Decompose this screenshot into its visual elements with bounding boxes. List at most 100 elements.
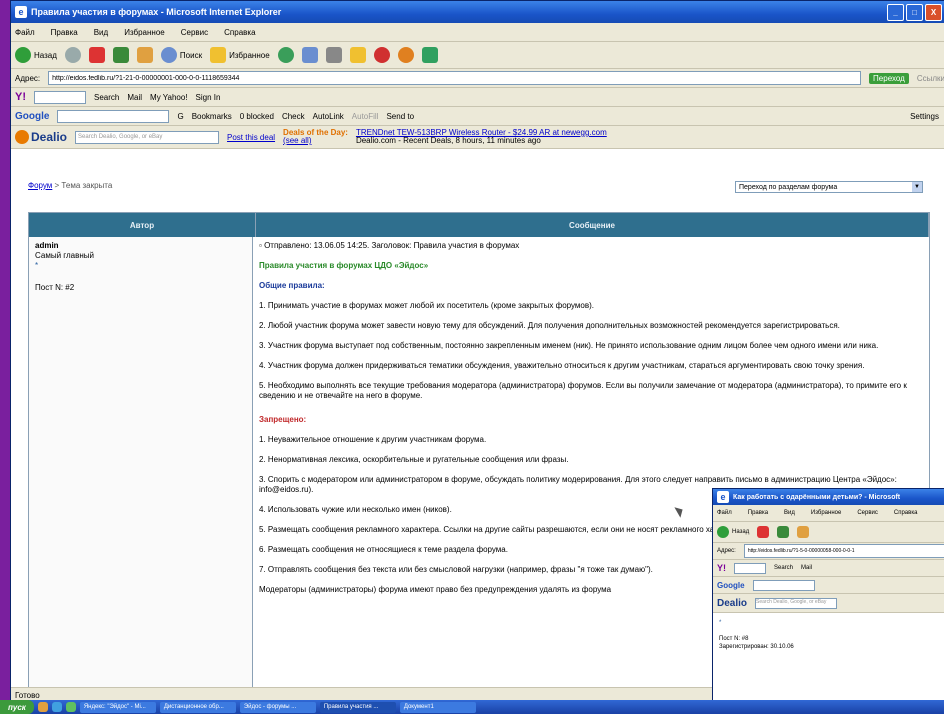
menu-view[interactable]: Вид <box>94 28 108 37</box>
author-column-header: Автор <box>29 213 256 237</box>
yahoo-toolbar: Y! Search Mail My Yahoo! Sign In <box>11 88 944 107</box>
yahoo-search-input[interactable] <box>734 562 766 574</box>
messenger-icon[interactable] <box>373 47 390 63</box>
taskbar-item[interactable]: Яндекс: "Эйдос" - Mi... <box>79 701 156 713</box>
menu-help[interactable]: Справка <box>894 510 918 516</box>
quicklaunch-icon[interactable] <box>65 702 76 712</box>
forbidden-rule: 2. Ненормативная лексика, оскорбительные… <box>259 455 569 464</box>
google-search-input[interactable] <box>752 579 815 591</box>
address-input[interactable] <box>48 71 862 85</box>
spell-check-button[interactable]: Check <box>282 112 305 121</box>
refresh-icon[interactable] <box>112 47 129 63</box>
search-button[interactable]: Поиск <box>160 47 202 63</box>
dealio-logo[interactable]: Dealio <box>717 598 747 609</box>
settings-button[interactable]: Settings <box>910 112 939 121</box>
quicklaunch-icon[interactable] <box>37 702 48 712</box>
send-to-button[interactable]: Send to <box>386 112 414 121</box>
links-label[interactable]: Ссылки <box>917 74 944 83</box>
taskbar-item[interactable]: Дистанционное обр... <box>159 701 236 713</box>
back-button[interactable]: Назад <box>717 526 749 538</box>
popup-blocked-button[interactable]: 0 blocked <box>240 112 274 121</box>
print-icon[interactable] <box>325 47 342 63</box>
author-name[interactable]: admin <box>35 241 246 251</box>
favorites-button[interactable]: Избранное <box>210 47 270 63</box>
see-all-link[interactable]: (see all) <box>283 137 348 145</box>
menu-file[interactable]: Файл <box>15 28 35 37</box>
yahoo-search-input[interactable] <box>34 90 86 104</box>
stop-icon[interactable] <box>757 526 770 538</box>
back-arrow-icon <box>15 47 31 63</box>
taskbar-item-active[interactable]: Правила участия ... <box>319 701 396 713</box>
icq-icon[interactable] <box>397 47 414 63</box>
menu-tools[interactable]: Сервис <box>181 28 208 37</box>
back-button[interactable]: Назад <box>15 47 57 63</box>
folder-icon[interactable] <box>349 47 366 63</box>
menu-file[interactable]: Файл <box>717 510 732 516</box>
chevron-down-icon: ▼ <box>912 182 922 192</box>
menu-favorites[interactable]: Избранное <box>811 510 841 516</box>
dealio-search-input[interactable]: Search Dealio, Google, or eBay <box>75 130 220 144</box>
refresh-icon[interactable] <box>777 526 790 538</box>
dealio-search-input[interactable]: Search Dealio, Google, or eBay <box>755 597 838 609</box>
close-button[interactable]: X <box>925 3 942 21</box>
dealio-toolbar: Dealio Search Dealio, Google, or eBay Po… <box>11 126 944 149</box>
second-ie-window[interactable]: e Как работать с одарёнными детьми? - Mi… <box>712 488 944 702</box>
google-logo[interactable]: Google <box>717 581 745 590</box>
deal-source: Dealio.com - Recent Deals, 8 hours, 11 m… <box>355 136 541 145</box>
message-column-header: Сообщение <box>256 213 929 237</box>
rank-star-icon: * <box>35 261 39 270</box>
post-number: Пост N: #2 <box>35 283 75 292</box>
search-icon <box>160 47 177 63</box>
menu-view[interactable]: Вид <box>784 510 795 516</box>
ie-icon: e <box>717 491 729 503</box>
stop-icon[interactable] <box>88 47 105 63</box>
home-icon[interactable] <box>797 526 810 538</box>
plugin-icon[interactable] <box>421 47 438 63</box>
menu-edit[interactable]: Правка <box>748 510 768 516</box>
google-logo[interactable]: Google <box>15 111 49 122</box>
home-icon[interactable] <box>136 47 153 63</box>
dealio-logo[interactable]: Dealio <box>15 130 67 144</box>
yahoo-mail-button[interactable]: Mail <box>801 565 812 571</box>
taskbar-item[interactable]: Документ1 <box>399 701 476 713</box>
maximize-button[interactable]: □ <box>906 3 923 21</box>
minimize-button[interactable]: _ <box>887 3 904 21</box>
history-icon[interactable] <box>277 47 294 63</box>
title-bar[interactable]: e Правила участия в форумах - Microsoft … <box>11 1 944 23</box>
forward-arrow-icon[interactable] <box>64 47 81 63</box>
mail-icon[interactable] <box>301 47 318 63</box>
general-rule: 4. Участник форума должен придерживаться… <box>259 361 865 370</box>
second-title-bar[interactable]: e Как работать с одарёнными детьми? - Mi… <box>713 489 944 505</box>
second-post-number: Пост N: #8 <box>719 636 749 642</box>
yahoo-search-button[interactable]: Search <box>774 565 793 571</box>
breadcrumb-forum-link[interactable]: Форум <box>28 181 52 190</box>
yahoo-logo[interactable]: Y! <box>717 563 726 573</box>
forum-jump-select[interactable]: Переход по разделам форума ▼ <box>735 181 923 193</box>
author-cell: admin Самый главный * Пост N: #2 <box>29 237 253 687</box>
autofill-button[interactable]: AutoFill <box>352 112 379 121</box>
start-button[interactable]: пуск <box>0 700 34 714</box>
yahoo-mail-button[interactable]: Mail <box>127 93 142 102</box>
post-deal-link[interactable]: Post this deal <box>227 133 275 142</box>
yahoo-sign-in-button[interactable]: Sign In <box>196 93 221 102</box>
author-rank: Самый главный <box>35 251 95 260</box>
menu-help[interactable]: Справка <box>224 28 255 37</box>
go-button[interactable]: Переход <box>869 72 909 84</box>
menu-favorites[interactable]: Избранное <box>124 28 165 37</box>
google-go-button[interactable]: G <box>177 112 183 121</box>
yahoo-logo[interactable]: Y! <box>15 91 26 103</box>
breadcrumb: Форум > Тема закрыта <box>28 181 113 190</box>
second-menu-bar: Файл Правка Вид Избранное Сервис Справка <box>713 505 944 522</box>
taskbar-item[interactable]: Эйдос - форумы ... <box>239 701 316 713</box>
second-address-input[interactable] <box>743 544 944 558</box>
standard-toolbar: Назад Поиск Избранное <box>11 42 944 69</box>
bookmarks-button[interactable]: Bookmarks <box>192 112 232 121</box>
yahoo-search-button[interactable]: Search <box>94 93 119 102</box>
autolink-button[interactable]: AutoLink <box>313 112 344 121</box>
menu-edit[interactable]: Правка <box>51 28 78 37</box>
my-yahoo-button[interactable]: My Yahoo! <box>150 93 188 102</box>
quicklaunch-icon[interactable] <box>51 702 62 712</box>
second-page-content: * Пост N: #8 Зарегистрирован: 30.10.06 <box>713 613 944 701</box>
google-search-input[interactable] <box>57 109 170 123</box>
menu-tools[interactable]: Сервис <box>857 510 878 516</box>
